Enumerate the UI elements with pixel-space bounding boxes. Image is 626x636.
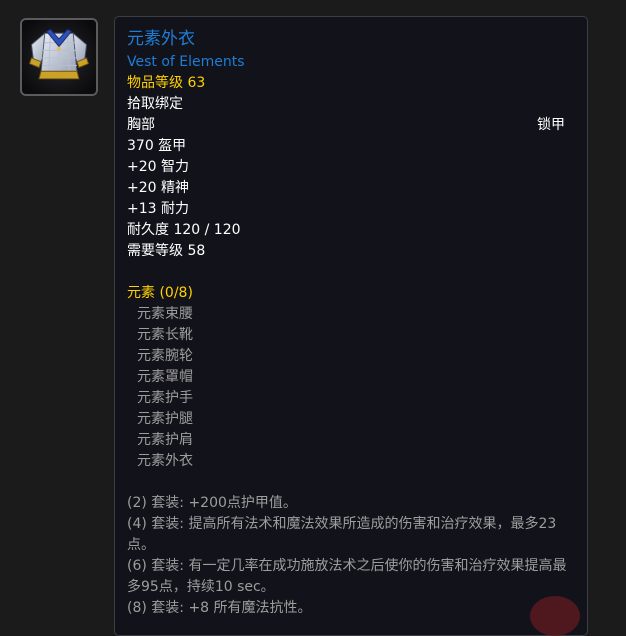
set-piece[interactable]: 元素外衣 (127, 451, 575, 472)
set-piece[interactable]: 元素护肩 (127, 430, 575, 451)
set-bonus: (2) 套装: +200点护甲值。 (127, 495, 297, 511)
set-bonus: (8) 套装: +8 所有魔法抗性。 (127, 600, 312, 616)
item-name-en[interactable]: Vest of Elements (127, 52, 575, 73)
set-bonus: (4) 套装: 提高所有法术和魔法效果所造成的伤害和治疗效果，最多23点。 (127, 516, 557, 553)
item-tooltip: 元素外衣 Vest of Elements 物品等级 63 拾取绑定 胸部 锁甲… (114, 16, 588, 636)
set-piece[interactable]: 元素长靴 (127, 325, 575, 346)
item-icon-frame[interactable] (20, 18, 98, 96)
set-piece[interactable]: 元素腕轮 (127, 346, 575, 367)
item-slot: 胸部 (127, 117, 155, 133)
set-bonus: (6) 套装: 有一定几率在成功施放法术之后使你的伤害和治疗效果提高最多95点，… (127, 558, 567, 595)
required-level: 需要等级 58 (127, 243, 206, 259)
set-title[interactable]: 元素 (0/8) (127, 283, 575, 304)
stat-line: +13 耐力 (127, 201, 189, 217)
decorative-blob (530, 596, 580, 636)
set-piece[interactable]: 元素束腰 (127, 304, 575, 325)
armor-value: 370 盔甲 (127, 138, 187, 154)
set-piece[interactable]: 元素护手 (127, 388, 575, 409)
stat-line: +20 精神 (127, 180, 189, 196)
set-piece[interactable]: 元素罩帽 (127, 367, 575, 388)
item-name-cn[interactable]: 元素外衣 (127, 27, 575, 52)
slot-row: 胸部 锁甲 (127, 115, 575, 136)
stat-line: +20 智力 (127, 159, 189, 175)
armor-type: 锁甲 (537, 117, 565, 133)
durability: 耐久度 120 / 120 (127, 222, 241, 238)
bind-type: 拾取绑定 (127, 96, 183, 112)
chest-armor-icon (22, 20, 96, 94)
set-piece[interactable]: 元素护腿 (127, 409, 575, 430)
item-level: 物品等级 63 (127, 75, 206, 91)
